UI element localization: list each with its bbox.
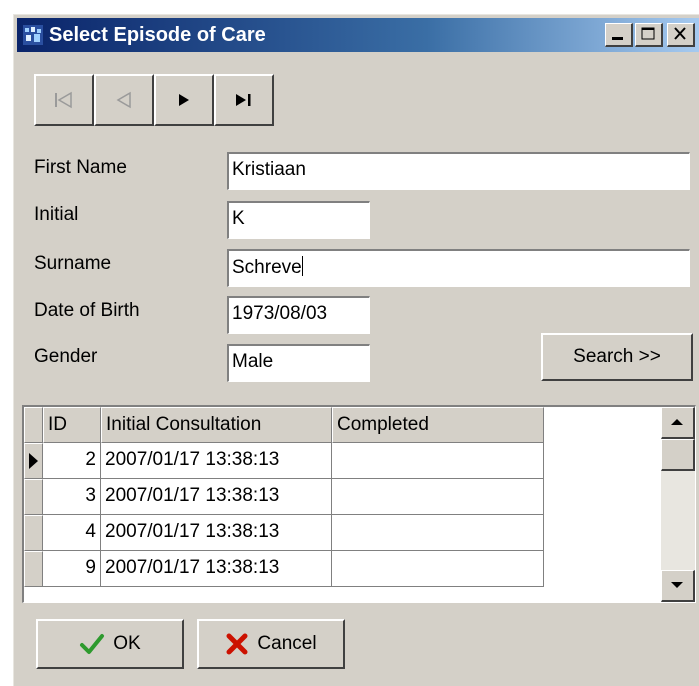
- last-record-button[interactable]: [214, 74, 274, 126]
- next-icon: [179, 94, 189, 106]
- search-button-label: Search >>: [573, 346, 661, 367]
- table-cell-id[interactable]: 3: [43, 479, 101, 515]
- minimize-button[interactable]: [605, 23, 633, 47]
- table-cell-id[interactable]: 2: [43, 443, 101, 479]
- last-record-icon: [236, 94, 251, 106]
- ok-button[interactable]: OK: [36, 619, 184, 669]
- next-record-button[interactable]: [154, 74, 214, 126]
- text-cursor: [301, 256, 303, 276]
- table-cell-id[interactable]: 9: [43, 551, 101, 587]
- cancel-x-icon: [226, 633, 248, 655]
- checkmark-icon: [80, 634, 105, 654]
- dob-field[interactable]: 1973/08/03: [227, 296, 370, 334]
- scroll-up-icon: [671, 419, 683, 425]
- table-cell-initial-consultation[interactable]: 2007/01/17 13:38:13: [101, 515, 332, 551]
- previous-record-button[interactable]: [94, 74, 154, 126]
- dob-label: Date of Birth: [34, 300, 140, 321]
- title-bar[interactable]: Select Episode of Care: [17, 18, 699, 52]
- table-cell-completed[interactable]: [332, 479, 544, 515]
- maximize-button[interactable]: [635, 23, 663, 47]
- header-indicator-cell: [24, 407, 43, 443]
- row-indicator[interactable]: [24, 551, 43, 587]
- scroll-down-button[interactable]: [661, 570, 695, 602]
- column-header-completed[interactable]: Completed: [332, 407, 544, 443]
- previous-icon: [116, 91, 131, 109]
- column-header-id[interactable]: ID: [43, 407, 101, 443]
- table-cell-initial-consultation[interactable]: 2007/01/17 13:38:13: [101, 443, 332, 479]
- table-cell-completed[interactable]: [332, 443, 544, 479]
- surname-value: Schreve: [232, 257, 302, 278]
- row-indicator[interactable]: [24, 515, 43, 551]
- scroll-down-icon: [671, 582, 683, 588]
- scroll-thumb[interactable]: [661, 439, 695, 471]
- first-name-field[interactable]: Kristiaan: [227, 152, 690, 190]
- first-record-icon: [55, 91, 72, 109]
- initial-field[interactable]: K: [227, 201, 370, 239]
- surname-label: Surname: [34, 253, 112, 274]
- search-button[interactable]: Search >>: [541, 333, 693, 381]
- close-button[interactable]: [667, 23, 695, 47]
- cancel-button[interactable]: Cancel: [197, 619, 345, 669]
- ok-button-label: OK: [113, 633, 141, 654]
- app-icon: [23, 25, 43, 45]
- table-cell-initial-consultation[interactable]: 2007/01/17 13:38:13: [101, 551, 332, 587]
- first-record-button[interactable]: [34, 74, 94, 126]
- row-indicator[interactable]: [24, 443, 43, 479]
- table-cell-id[interactable]: 4: [43, 515, 101, 551]
- gender-label: Gender: [34, 346, 98, 367]
- table-cell-completed[interactable]: [332, 515, 544, 551]
- first-name-label: First Name: [34, 157, 127, 178]
- window-title: Select Episode of Care: [49, 24, 266, 46]
- current-row-arrow-icon: [29, 453, 38, 469]
- scroll-up-button[interactable]: [661, 407, 695, 439]
- select-episode-window: Select Episode of Care First Name Kristi…: [13, 14, 699, 686]
- minimize-icon: [612, 37, 623, 40]
- maximize-icon: [641, 27, 655, 40]
- initial-label: Initial: [34, 204, 79, 225]
- cancel-button-label: Cancel: [257, 633, 317, 654]
- column-header-initial-consultation[interactable]: Initial Consultation: [101, 407, 332, 443]
- surname-field[interactable]: Schreve: [227, 249, 690, 287]
- close-icon: [674, 27, 686, 40]
- vertical-scrollbar[interactable]: [661, 407, 695, 602]
- table-cell-completed[interactable]: [332, 551, 544, 587]
- episodes-grid[interactable]: ID Initial Consultation Completed 2 2007…: [22, 405, 696, 603]
- table-cell-initial-consultation[interactable]: 2007/01/17 13:38:13: [101, 479, 332, 515]
- row-indicator[interactable]: [24, 479, 43, 515]
- gender-field[interactable]: Male: [227, 344, 370, 382]
